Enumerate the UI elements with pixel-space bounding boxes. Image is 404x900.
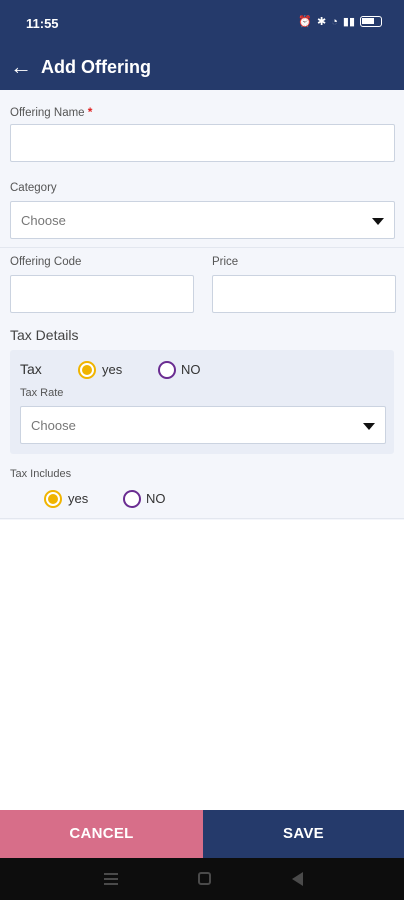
offering-code-label: Offering Code [10, 256, 82, 268]
category-select[interactable]: Choose [10, 201, 395, 239]
empty-content-area [0, 520, 404, 810]
category-label: Category [10, 182, 57, 194]
tax-rate-selected-value: Choose [31, 418, 76, 433]
cancel-button[interactable]: CANCEL [0, 810, 203, 858]
app-bar: ← Add Offering [0, 48, 404, 90]
back-arrow-icon[interactable]: ← [8, 52, 34, 82]
wifi-icon: ◔ [331, 15, 338, 28]
offering-name-label-text: Offering Name [10, 107, 85, 119]
price-input[interactable] [212, 275, 396, 313]
tax-includes-no-radio[interactable] [123, 490, 141, 508]
offering-name-label: Offering Name * [10, 105, 92, 119]
alarm-icon: ⏰ [298, 16, 313, 28]
tax-no-label[interactable]: NO [181, 362, 201, 377]
add-offering-form: Offering Name * Category Choose Offering… [0, 90, 404, 810]
offering-code-input[interactable] [10, 275, 194, 313]
tax-details-title: Tax Details [10, 327, 79, 343]
category-selected-value: Choose [21, 213, 66, 228]
recent-apps-icon[interactable] [104, 873, 118, 885]
system-back-icon[interactable] [292, 872, 303, 886]
tax-label: Tax [20, 361, 42, 377]
tax-yes-radio[interactable] [78, 361, 96, 379]
battery-icon [360, 16, 382, 27]
page-title: Add Offering [41, 57, 151, 77]
save-button[interactable]: SAVE [203, 810, 404, 858]
dropdown-caret-icon [363, 423, 375, 430]
status-icons: ⏰ ✱ ◔ ▮▮ [298, 15, 382, 28]
divider [0, 518, 404, 519]
tax-rate-label: Tax Rate [20, 387, 64, 399]
tax-rate-select[interactable]: Choose [20, 406, 386, 444]
tax-no-radio[interactable] [158, 361, 176, 379]
tax-includes-yes-label[interactable]: yes [68, 491, 88, 506]
tax-includes-no-label[interactable]: NO [146, 491, 166, 506]
home-icon[interactable] [198, 872, 211, 885]
tax-includes-yes-radio[interactable] [44, 490, 62, 508]
bluetooth-icon: ✱ [317, 16, 327, 28]
required-marker: * [87, 105, 93, 119]
price-label: Price [212, 256, 239, 268]
system-nav-bar [0, 858, 404, 900]
divider [0, 247, 404, 248]
tax-yes-label[interactable]: yes [102, 362, 122, 377]
dropdown-caret-icon [372, 218, 384, 225]
offering-name-input[interactable] [10, 124, 395, 162]
signal-icon: ▮▮ [342, 16, 355, 28]
status-bar: 11:55 ⏰ ✱ ◔ ▮▮ [0, 0, 404, 48]
tax-includes-label: Tax Includes [10, 468, 72, 480]
tax-details-box: Tax yes NO Tax Rate Choose [10, 350, 394, 454]
status-time: 11:55 [26, 16, 59, 31]
